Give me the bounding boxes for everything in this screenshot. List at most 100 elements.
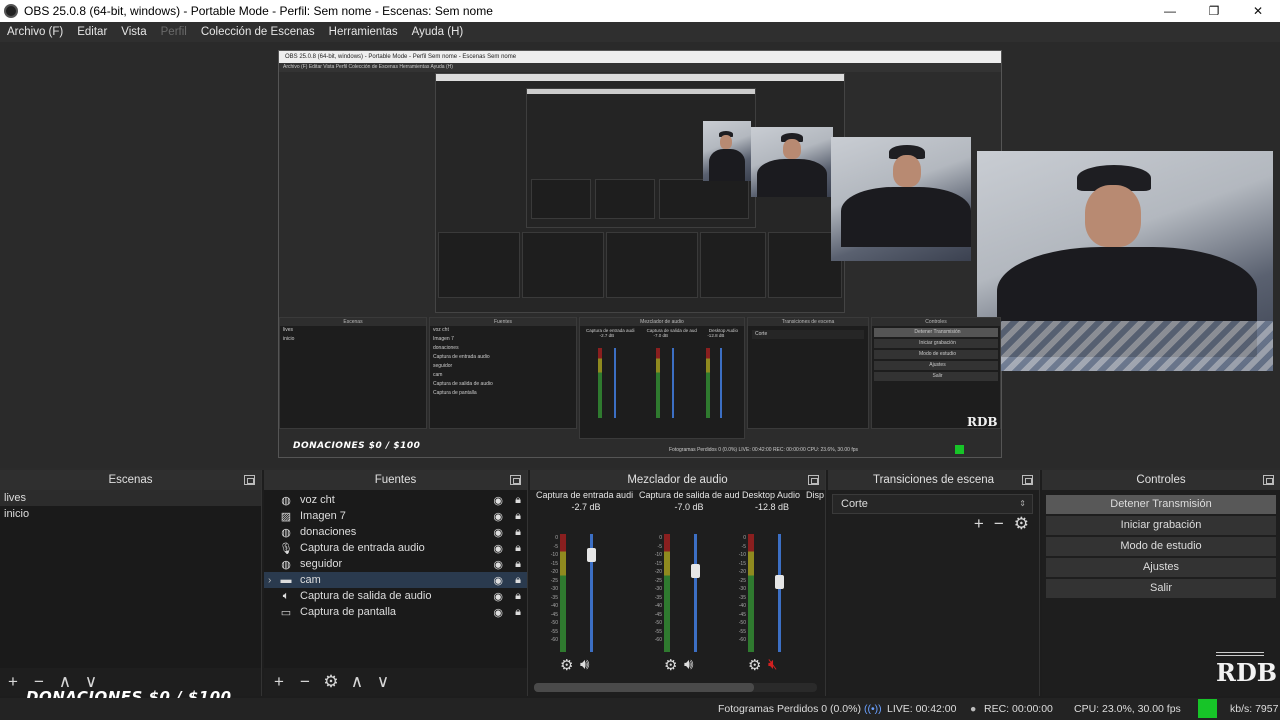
meter-scale: 0 -5 -10 -15 -20 -25 -30 -35 -40 -45 -50 -55 -60 bbox=[654, 535, 662, 643]
add-source-button[interactable]: + bbox=[270, 672, 288, 692]
undock-icon[interactable] bbox=[1022, 475, 1033, 485]
volume-meter bbox=[664, 534, 670, 652]
sources-dock: Fuentes ◍ voz cht ◉ 🔒︎ ▨ Imagen 7 ◉ 🔒︎ ◍… bbox=[264, 470, 528, 696]
visibility-eye-icon[interactable]: ◉ bbox=[493, 542, 503, 555]
volume-fader-handle[interactable] bbox=[587, 548, 596, 563]
transition-select[interactable]: Corte ⇕ bbox=[832, 494, 1033, 514]
undock-icon[interactable] bbox=[808, 475, 819, 485]
add-scene-button[interactable]: + bbox=[4, 672, 22, 692]
source-item-selected[interactable]: › ▬ cam ◉ 🔒︎ bbox=[264, 572, 527, 588]
webcam-frame bbox=[703, 121, 751, 181]
visibility-eye-icon[interactable]: ◉ bbox=[493, 606, 503, 619]
nested-menu: Archivo (F) Editar Vista Perfil Colecció… bbox=[279, 63, 1001, 72]
mixer-header: Mezclador de audio bbox=[530, 470, 825, 490]
visibility-eye-icon[interactable]: ◉ bbox=[493, 494, 503, 507]
close-button[interactable]: ✕ bbox=[1236, 0, 1280, 22]
add-transition-button[interactable]: + bbox=[974, 514, 984, 534]
undock-icon[interactable] bbox=[510, 475, 521, 485]
settings-button[interactable]: Ajustes bbox=[1046, 558, 1276, 577]
stop-streaming-button[interactable]: Detener Transmisión bbox=[1046, 495, 1276, 514]
volume-fader-handle[interactable] bbox=[775, 575, 784, 590]
volume-fader-handle[interactable] bbox=[691, 563, 700, 578]
lock-icon[interactable]: 🔒︎ bbox=[515, 542, 521, 555]
live-time: LIVE: 00:42:00 bbox=[887, 703, 957, 715]
nested-title: OBS 25.0.8 (64-bit, windows) - Portable … bbox=[279, 51, 1001, 63]
lock-icon[interactable]: 🔒︎ bbox=[515, 574, 521, 587]
mixer-db-readout: -12.8 dB bbox=[754, 502, 790, 512]
source-item[interactable]: ◍ donaciones ◉ 🔒︎ bbox=[264, 524, 527, 540]
move-source-down-button[interactable]: ∨ bbox=[374, 672, 392, 692]
maximize-button[interactable]: ❐ bbox=[1192, 0, 1236, 22]
mixer-db-readout: -7.0 dB bbox=[674, 502, 704, 512]
channel-settings-gear-icon[interactable]: ⚙ bbox=[748, 656, 761, 674]
status-bar: Fotogramas Perdidos 0 (0.0%) ((•)) LIVE:… bbox=[0, 698, 1280, 720]
menu-ayuda[interactable]: Ayuda (H) bbox=[405, 26, 471, 38]
nested-controls-dock: Controles Detener Transmisión Iniciar gr… bbox=[871, 317, 1001, 429]
microphone-icon: 🎙︎ bbox=[279, 542, 293, 555]
speaker-icon[interactable]: 🔊︎ bbox=[580, 656, 589, 673]
visibility-eye-icon[interactable]: ◉ bbox=[493, 558, 503, 571]
volume-fader[interactable] bbox=[778, 534, 781, 652]
transition-properties-button[interactable]: ⚙ bbox=[1014, 514, 1029, 534]
volume-fader[interactable] bbox=[694, 534, 697, 652]
source-item[interactable]: ◍ seguidor ◉ 🔒︎ bbox=[264, 556, 527, 572]
globe-icon: ◍ bbox=[281, 558, 291, 571]
scene-item-lives[interactable]: lives bbox=[0, 490, 261, 506]
mixer-scrollbar[interactable] bbox=[534, 683, 817, 692]
lock-icon[interactable]: 🔒︎ bbox=[515, 606, 521, 619]
move-source-up-button[interactable]: ∧ bbox=[348, 672, 366, 692]
lock-icon[interactable]: 🔒︎ bbox=[515, 590, 521, 603]
lock-icon[interactable]: 🔒︎ bbox=[515, 558, 521, 571]
lock-icon[interactable]: 🔒︎ bbox=[515, 494, 521, 507]
lock-icon[interactable]: 🔒︎ bbox=[515, 526, 521, 539]
preview-canvas[interactable]: OBS 25.0.8 (64-bit, windows) - Portable … bbox=[0, 42, 1280, 468]
stream-health-indicator bbox=[1198, 699, 1217, 718]
nested-scenes-dock: Escenas lives inicio bbox=[279, 317, 427, 429]
channel-settings-gear-icon[interactable]: ⚙ bbox=[664, 656, 677, 674]
visibility-eye-icon[interactable]: ◉ bbox=[493, 510, 503, 523]
globe-icon: ◍ bbox=[281, 526, 291, 539]
nested-sources-dock: Fuentes voz cht Imagen 7 donaciones Capt… bbox=[429, 317, 577, 429]
nested-status: Fotogramas Perdidos 0 (0.0%) LIVE: 00:42… bbox=[669, 447, 858, 453]
visibility-eye-icon[interactable]: ◉ bbox=[493, 590, 503, 603]
volume-meter bbox=[560, 534, 566, 652]
studio-mode-button[interactable]: Modo de estudio bbox=[1046, 537, 1276, 556]
expand-chevron-icon[interactable]: › bbox=[268, 575, 278, 586]
transitions-toolbar: + − ⚙ bbox=[974, 514, 1029, 534]
undock-icon[interactable] bbox=[1263, 475, 1274, 485]
speaker-icon[interactable]: 🔊︎ bbox=[684, 656, 693, 673]
menu-archivo[interactable]: Archivo (F) bbox=[0, 26, 70, 38]
minimize-button[interactable]: — bbox=[1148, 0, 1192, 22]
channel-settings-gear-icon[interactable]: ⚙ bbox=[560, 656, 573, 674]
source-item[interactable]: ▨ Imagen 7 ◉ 🔒︎ bbox=[264, 508, 527, 524]
live-indicator-icon: ((•)) bbox=[864, 703, 882, 715]
menu-vista[interactable]: Vista bbox=[114, 26, 153, 38]
dropdown-arrows-icon: ⇕ bbox=[1019, 499, 1026, 508]
exit-button[interactable]: Salir bbox=[1046, 579, 1276, 598]
source-item[interactable]: ▭ Captura de pantalla ◉ 🔒︎ bbox=[264, 604, 527, 620]
menu-editar[interactable]: Editar bbox=[70, 26, 114, 38]
mixer-db-readout: -2.7 dB bbox=[571, 502, 601, 512]
start-recording-button[interactable]: Iniciar grabación bbox=[1046, 516, 1276, 535]
source-item[interactable]: ◍ voz cht ◉ 🔒︎ bbox=[264, 492, 527, 508]
remove-source-button[interactable]: − bbox=[296, 672, 314, 692]
source-item[interactable]: 🔈︎ Captura de salida de audio ◉ 🔒︎ bbox=[264, 588, 527, 604]
transitions-header: Transiciones de escena bbox=[828, 470, 1039, 490]
meter-scale: 0 -5 -10 -15 -20 -25 -30 -35 -40 -45 -50 -55 -60 bbox=[738, 535, 746, 643]
source-item[interactable]: 🎙︎ Captura de entrada audio ◉ 🔒︎ bbox=[264, 540, 527, 556]
webcam-frame bbox=[977, 151, 1273, 371]
nested-donation-overlay: DONACIONES $0 / $100 bbox=[293, 441, 421, 451]
menu-perfil[interactable]: Perfil bbox=[154, 26, 194, 38]
lock-icon[interactable]: 🔒︎ bbox=[515, 510, 521, 523]
nested-rdb-logo: RDB bbox=[967, 415, 998, 429]
visibility-eye-icon[interactable]: ◉ bbox=[493, 574, 503, 587]
dropped-frames: Fotogramas Perdidos 0 (0.0%) bbox=[718, 703, 861, 715]
menu-coleccion-escenas[interactable]: Colección de Escenas bbox=[194, 26, 322, 38]
remove-transition-button[interactable]: − bbox=[994, 514, 1004, 534]
visibility-eye-icon[interactable]: ◉ bbox=[493, 526, 503, 539]
scene-item-inicio[interactable]: inicio bbox=[0, 506, 261, 522]
menu-herramientas[interactable]: Herramientas bbox=[322, 26, 405, 38]
muted-speaker-icon[interactable]: 🔇︎ bbox=[768, 656, 777, 673]
source-properties-button[interactable]: ⚙ bbox=[322, 672, 340, 692]
undock-icon[interactable] bbox=[244, 475, 255, 485]
